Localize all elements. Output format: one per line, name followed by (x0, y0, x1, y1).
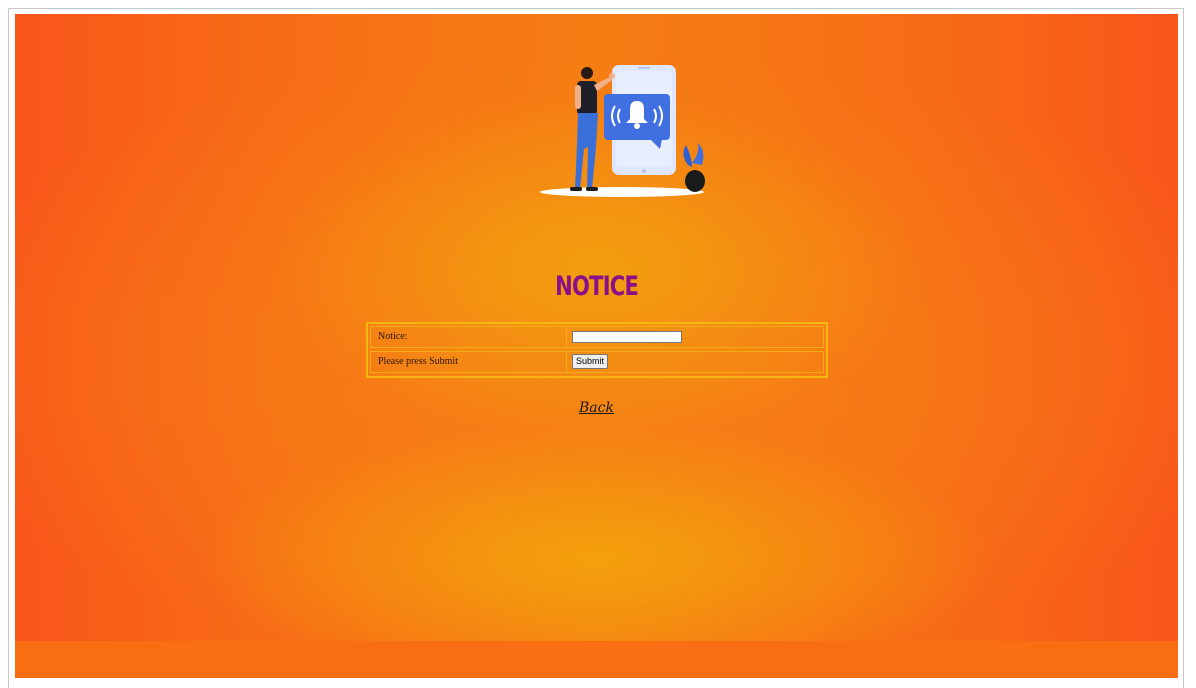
submit-button[interactable]: Submit (572, 354, 608, 369)
submit-prompt-label: Please press Submit (371, 352, 567, 372)
table-row: Please press Submit Submit (370, 351, 824, 373)
notice-label: Notice: (371, 327, 567, 347)
table-row: Notice: (370, 326, 824, 348)
notice-form-table: Notice: Please press Submit Submit (366, 322, 828, 378)
notification-illustration (540, 65, 705, 197)
page-title: NOTICE (555, 271, 639, 302)
footer-band (15, 641, 1178, 678)
plant-pot (683, 143, 705, 192)
ground-shadow (540, 187, 704, 197)
page-background: NOTICE Notice: Please press Submit Submi… (15, 14, 1178, 678)
notice-input[interactable] (572, 331, 682, 343)
back-link[interactable]: Back (15, 400, 1178, 416)
